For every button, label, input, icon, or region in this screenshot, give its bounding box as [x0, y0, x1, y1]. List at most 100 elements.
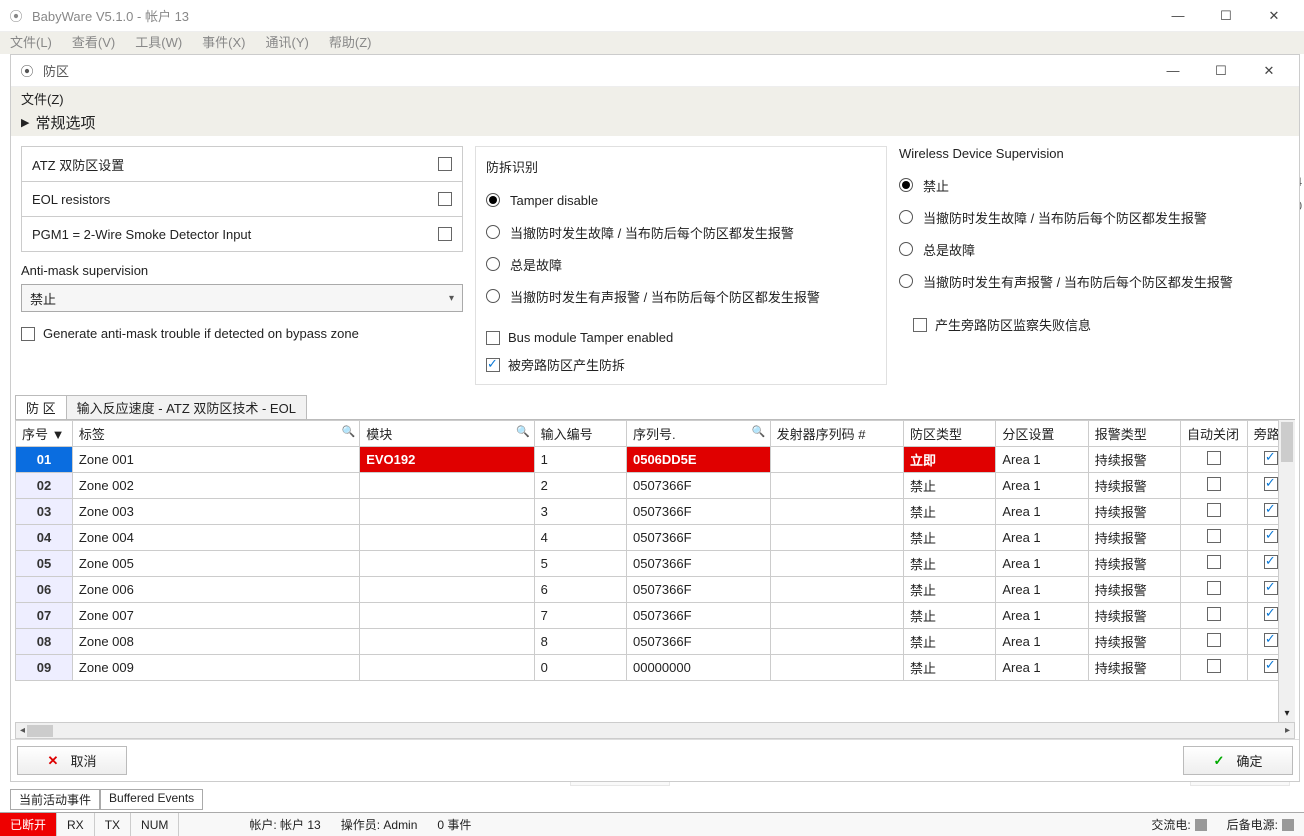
col-auto[interactable]: 自动关闭: [1181, 421, 1248, 447]
table-row[interactable]: 02Zone 00220507366F禁止Area 1持续报警: [16, 473, 1295, 499]
zone-grid: 序号 ▼ 标签🔍 模块🔍 输入编号 序列号.🔍 发射器序列码 # 防区类型 分区…: [15, 420, 1295, 722]
status-operator: 操作员: Admin: [331, 813, 428, 836]
close-icon[interactable]: ✕: [1260, 8, 1288, 24]
tamper-title: 防拆识别: [486, 157, 876, 176]
collapse-icon[interactable]: ▶: [21, 116, 29, 129]
auto-checkbox[interactable]: [1207, 503, 1221, 517]
auto-checkbox[interactable]: [1207, 607, 1221, 621]
col-module[interactable]: 模块🔍: [360, 421, 534, 447]
bypass-checkbox[interactable]: [1264, 529, 1278, 543]
cancel-button[interactable]: ✕取消: [17, 746, 127, 775]
atz-option[interactable]: ATZ 双防区设置: [21, 146, 463, 182]
auto-checkbox[interactable]: [1207, 659, 1221, 673]
x-icon: ✕: [48, 753, 59, 769]
pgm1-option[interactable]: PGM1 = 2-Wire Smoke Detector Input: [21, 216, 463, 252]
table-row[interactable]: 05Zone 00550507366F禁止Area 1持续报警: [16, 551, 1295, 577]
check-icon: ✓: [1214, 753, 1225, 769]
dlg-minimize-icon[interactable]: —: [1159, 63, 1187, 79]
bypass-checkbox[interactable]: [1264, 633, 1278, 647]
col-serial[interactable]: 序列号.🔍: [626, 421, 770, 447]
eol-checkbox[interactable]: [438, 192, 452, 206]
bypass-checkbox[interactable]: [1264, 581, 1278, 595]
antimask-header: Anti-mask supervision: [21, 263, 463, 278]
main-title: BabyWare V5.1.0 - 帐户 13: [32, 6, 1164, 25]
vertical-scrollbar[interactable]: ▾: [1278, 420, 1295, 722]
table-row[interactable]: 08Zone 00880507366F禁止Area 1持续报警: [16, 629, 1295, 655]
minimize-icon[interactable]: —: [1164, 8, 1192, 24]
bypass-checkbox[interactable]: [1264, 503, 1278, 517]
horizontal-scrollbar[interactable]: ◂▸: [15, 722, 1295, 739]
search-icon[interactable]: 🔍: [516, 425, 530, 438]
dialog-menu[interactable]: 文件(Z): [11, 87, 1299, 109]
bypass-checkbox[interactable]: [1264, 607, 1278, 621]
col-type[interactable]: 防区类型: [904, 421, 996, 447]
tamper-r2[interactable]: [486, 225, 500, 239]
table-row[interactable]: 01Zone 001EVO19210506DD5E立即Area 1持续报警: [16, 447, 1295, 473]
maximize-icon[interactable]: ☐: [1212, 8, 1240, 24]
search-icon[interactable]: 🔍: [342, 425, 356, 438]
bypass-checkbox[interactable]: [1264, 451, 1278, 465]
dlg-maximize-icon[interactable]: ☐: [1207, 63, 1235, 79]
search-icon[interactable]: 🔍: [752, 425, 766, 438]
wds-r1[interactable]: [899, 178, 913, 192]
auto-checkbox[interactable]: [1207, 555, 1221, 569]
col-area[interactable]: 分区设置: [996, 421, 1088, 447]
zone-dialog: ⦿ 防区 — ☐ ✕ 文件(Z) ▶常规选项 ATZ 双防区设置 EOL res…: [10, 54, 1300, 782]
bypass-tamper-checkbox[interactable]: [486, 358, 500, 372]
bypass-checkbox[interactable]: [1264, 477, 1278, 491]
antimask-select[interactable]: 禁止▾: [21, 284, 463, 312]
app-icon: ⦿: [8, 8, 24, 24]
wds-r4[interactable]: [899, 274, 913, 288]
status-backup: 后备电源:: [1217, 816, 1304, 833]
tab-current-events[interactable]: 当前活动事件: [10, 789, 100, 810]
col-alarm[interactable]: 报警类型: [1088, 421, 1180, 447]
ok-button[interactable]: ✓确定: [1183, 746, 1293, 775]
main-titlebar: ⦿ BabyWare V5.1.0 - 帐户 13 — ☐ ✕: [0, 0, 1304, 32]
bypass-checkbox[interactable]: [1264, 659, 1278, 673]
chevron-down-icon: ▾: [449, 293, 454, 304]
pgm1-checkbox[interactable]: [438, 227, 452, 241]
auto-checkbox[interactable]: [1207, 529, 1221, 543]
tamper-r3[interactable]: [486, 257, 500, 271]
col-tx[interactable]: 发射器序列码 #: [770, 421, 903, 447]
table-row[interactable]: 04Zone 00440507366F禁止Area 1持续报警: [16, 525, 1295, 551]
auto-checkbox[interactable]: [1207, 581, 1221, 595]
auto-checkbox[interactable]: [1207, 451, 1221, 465]
wds-r2[interactable]: [899, 210, 913, 224]
gen-antimask-label: Generate anti-mask trouble if detected o…: [43, 326, 359, 341]
tab-zones[interactable]: 防 区: [15, 395, 67, 419]
table-row[interactable]: 03Zone 00330507366F禁止Area 1持续报警: [16, 499, 1295, 525]
auto-checkbox[interactable]: [1207, 633, 1221, 647]
tamper-r4[interactable]: [486, 289, 500, 303]
table-row[interactable]: 06Zone 00660507366F禁止Area 1持续报警: [16, 577, 1295, 603]
status-connection: 已断开: [0, 813, 57, 836]
wds-bypass-checkbox[interactable]: [913, 318, 927, 332]
status-events: 0 事件: [427, 813, 481, 836]
gen-antimask-checkbox[interactable]: [21, 327, 35, 341]
event-tabs: 当前活动事件 Buffered Events: [10, 789, 203, 810]
main-menubar: 文件(L)查看(V)工具(W)事件(X)通讯(Y)帮助(Z): [0, 32, 1304, 54]
table-row[interactable]: 09Zone 009000000000禁止Area 1持续报警: [16, 655, 1295, 681]
tab-atz[interactable]: 输入反应速度 - ATZ 双防区技术 - EOL: [66, 395, 307, 419]
general-options-panel: ATZ 双防区设置 EOL resistors PGM1 = 2-Wire Sm…: [21, 146, 463, 385]
wds-r3[interactable]: [899, 242, 913, 256]
col-input[interactable]: 输入编号: [534, 421, 626, 447]
eol-option[interactable]: EOL resistors: [21, 181, 463, 217]
col-num[interactable]: 序号 ▼: [16, 421, 73, 447]
section-header[interactable]: ▶常规选项: [11, 109, 1299, 136]
tab-buffered-events[interactable]: Buffered Events: [100, 789, 203, 810]
auto-checkbox[interactable]: [1207, 477, 1221, 491]
dialog-icon: ⦿: [19, 63, 35, 79]
status-account: 帐户: 帐户 13: [239, 813, 330, 836]
dlg-close-icon[interactable]: ✕: [1255, 63, 1283, 79]
atz-checkbox[interactable]: [438, 157, 452, 171]
status-rx: RX: [57, 813, 95, 836]
tamper-panel: 防拆识别 Tamper disable 当撤防时发生故障 / 当布防后每个防区都…: [475, 146, 887, 385]
bypass-checkbox[interactable]: [1264, 555, 1278, 569]
wds-panel: Wireless Device Supervision 禁止 当撤防时发生故障 …: [899, 146, 1289, 385]
wds-title: Wireless Device Supervision: [899, 146, 1289, 161]
table-row[interactable]: 07Zone 00770507366F禁止Area 1持续报警: [16, 603, 1295, 629]
col-label[interactable]: 标签🔍: [72, 421, 359, 447]
tamper-r1[interactable]: [486, 193, 500, 207]
bus-tamper-checkbox[interactable]: [486, 331, 500, 345]
